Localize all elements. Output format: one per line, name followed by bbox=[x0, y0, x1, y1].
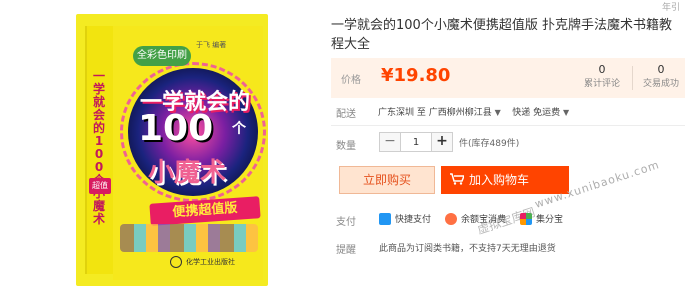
shipping-row: 广东深圳 至 广西柳州柳江县 ▼ 快递 免运费 ▼ bbox=[378, 105, 569, 118]
jifenbao-icon bbox=[520, 212, 533, 225]
add-to-cart-label: 加入购物车 bbox=[469, 173, 530, 187]
buy-now-button[interactable]: 立即购买 bbox=[339, 166, 435, 194]
cover-author: 于飞 编著 bbox=[196, 41, 227, 49]
add-to-cart-button[interactable]: 加入购物车 bbox=[441, 166, 569, 194]
quantity-label: 数量 bbox=[336, 141, 356, 152]
payment-option-jifenbao[interactable]: 集分宝 bbox=[520, 212, 563, 225]
cover-title-measure: 个 bbox=[232, 121, 246, 137]
book-spine-badge: 超值 bbox=[89, 178, 111, 194]
payment-option-label: 余额宝消费 bbox=[461, 215, 507, 225]
product-image-panel: 一学就会的100个小魔术 超值 全彩色印刷 于飞 编著 一学就会的 100 个 … bbox=[0, 0, 326, 303]
stat-divider bbox=[632, 66, 633, 90]
hint-text: 此商品为订阅类书籍，不支持7天无理由退货 bbox=[379, 244, 556, 254]
price-box: 价格 ¥19.80 0 累计评论 0 交易成功 bbox=[331, 58, 685, 98]
quantity-stepper: − + bbox=[379, 132, 453, 152]
chevron-down-icon: ▼ bbox=[563, 108, 570, 117]
hint-label: 提醒 bbox=[336, 245, 356, 256]
payment-option-label: 快捷支付 bbox=[395, 215, 432, 225]
yuebao-icon bbox=[445, 212, 458, 225]
shipping-label: 配送 bbox=[336, 109, 356, 120]
ship-method: 快递 免运费 bbox=[512, 108, 561, 118]
sales-count: 0 bbox=[657, 63, 665, 76]
sales-label: 交易成功 bbox=[642, 79, 679, 89]
ship-method-select[interactable]: 快递 免运费 ▼ bbox=[512, 108, 569, 118]
cover-publisher: 化学工业出版社 bbox=[186, 258, 235, 266]
review-label: 累计评论 bbox=[583, 79, 620, 89]
product-info-panel: 年引 一学就会的100个小魔术便携超值版 扑克牌手法魔术书籍教程大全 价格 ¥1… bbox=[326, 0, 690, 303]
book-spine-title: 一学就会的100个小魔术 bbox=[92, 69, 105, 226]
cover-photo-strip bbox=[120, 224, 258, 252]
price-value: ¥19.80 bbox=[381, 65, 451, 86]
chevron-down-icon: ▼ bbox=[494, 108, 501, 117]
quantity-input[interactable] bbox=[401, 132, 431, 152]
cover-title-number: 100 bbox=[138, 108, 214, 149]
cover-badge: 全彩色印刷 bbox=[133, 46, 191, 66]
quantity-minus-button[interactable]: − bbox=[379, 132, 401, 152]
ship-to-select[interactable]: 广西柳州柳江县 ▼ bbox=[429, 108, 501, 118]
review-stat[interactable]: 0 累计评论 bbox=[578, 63, 626, 91]
ship-from-select[interactable]: 广东深圳 至 bbox=[378, 108, 426, 118]
product-title: 一学就会的100个小魔术便携超值版 扑克牌手法魔术书籍教程大全 bbox=[331, 18, 672, 52]
ship-to: 广西柳州柳江县 bbox=[428, 108, 492, 118]
ship-from: 广东深圳 bbox=[378, 108, 415, 118]
quantity-plus-button[interactable]: + bbox=[431, 132, 453, 152]
payment-option-quick[interactable]: 快捷支付 bbox=[379, 212, 431, 225]
payment-options: 快捷支付 余额宝消费 集分宝 bbox=[379, 212, 577, 225]
stock-text: 件(库存489件) bbox=[459, 139, 520, 149]
payment-label: 支付 bbox=[336, 217, 356, 228]
top-ghost-text: 年引 bbox=[661, 3, 680, 13]
payment-option-label: 集分宝 bbox=[536, 215, 564, 225]
review-count: 0 bbox=[598, 63, 606, 76]
price-label: 价格 bbox=[341, 75, 361, 86]
publisher-logo-icon bbox=[170, 256, 182, 268]
sales-stat: 0 交易成功 bbox=[637, 63, 685, 91]
cover-title-line2: 小魔术 bbox=[148, 158, 227, 188]
ship-to-word: 至 bbox=[416, 108, 426, 118]
divider bbox=[331, 125, 685, 126]
payment-option-yuebao[interactable]: 余额宝消费 bbox=[445, 212, 506, 225]
cart-icon bbox=[450, 173, 464, 185]
quick-pay-icon bbox=[379, 212, 391, 225]
